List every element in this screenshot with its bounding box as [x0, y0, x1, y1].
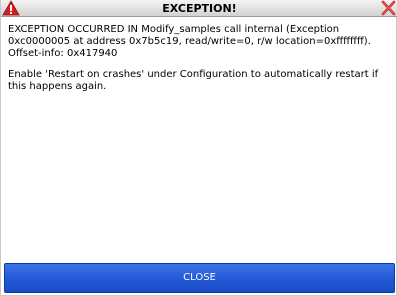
close-button[interactable]: CLOSE — [4, 263, 395, 293]
message-area: EXCEPTION OCCURRED IN Modify_samples cal… — [8, 24, 388, 102]
exception-dialog: EXCEPTION! EXCEPTION OCCURRED IN Modify_… — [0, 0, 397, 296]
close-icon[interactable] — [380, 0, 397, 16]
error-message: EXCEPTION OCCURRED IN Modify_samples cal… — [8, 24, 371, 59]
restart-hint: Enable 'Restart on crashes' under Config… — [8, 69, 379, 92]
title-bar: EXCEPTION! — [1, 0, 397, 17]
dialog-title: EXCEPTION! — [162, 2, 237, 15]
